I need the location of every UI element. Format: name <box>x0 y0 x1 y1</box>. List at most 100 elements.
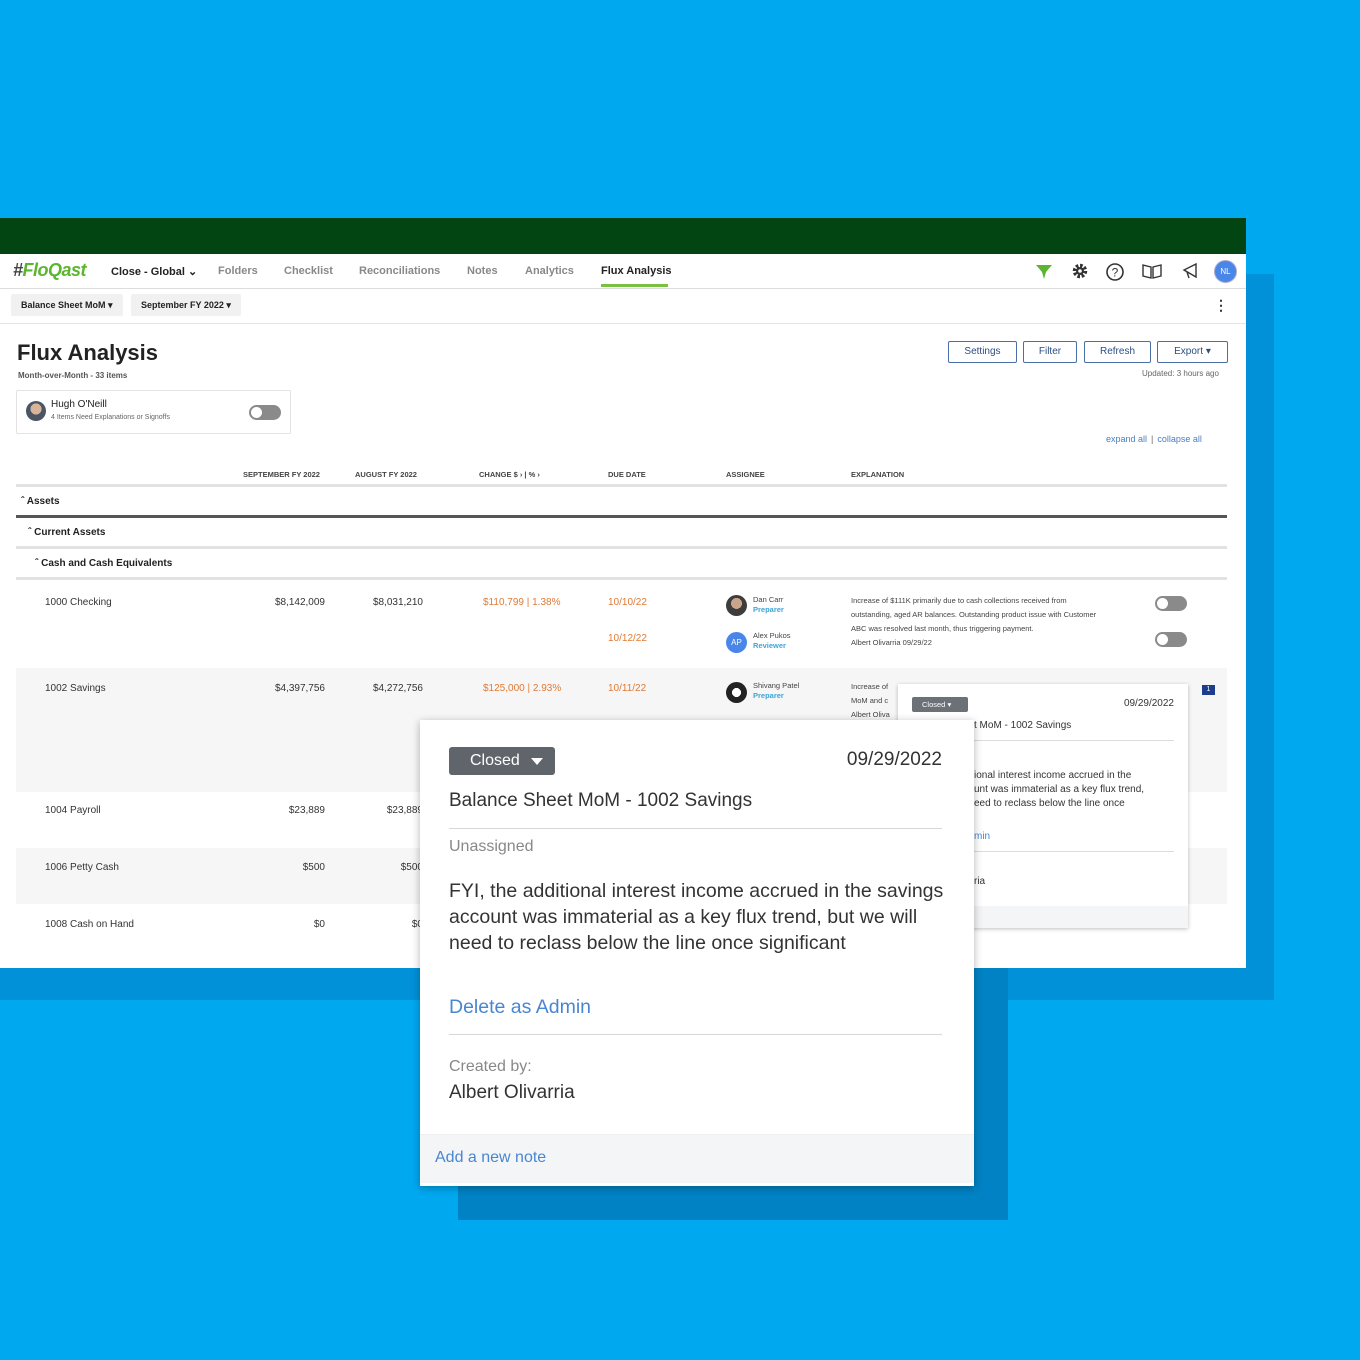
section-current-assets-label: Current Assets <box>34 527 106 538</box>
section-assets[interactable]: ˆ Assets <box>21 496 60 507</box>
refresh-button[interactable]: Refresh <box>1084 341 1151 363</box>
assignee-name: Shivang Patel <box>753 681 800 690</box>
floqast-logo[interactable]: #FloQast <box>13 260 87 281</box>
avatar <box>26 401 46 421</box>
account-name[interactable]: 1008 Cash on Hand <box>45 919 134 930</box>
book-icon[interactable] <box>1141 262 1162 282</box>
popup-footer: Add a new note <box>420 1134 974 1183</box>
settings-button[interactable]: Settings <box>948 341 1017 363</box>
col-header-change[interactable]: CHANGE $ › | % › <box>479 470 540 479</box>
created-by-name: Albert Olivarria <box>449 1082 575 1103</box>
updated-timestamp: Updated: 3 hours ago <box>1142 369 1219 378</box>
col-header-current[interactable]: SEPTEMBER FY 2022 <box>243 470 320 479</box>
prior-balance: $4,272,756 <box>372 683 423 694</box>
export-label: Export <box>1174 346 1204 357</box>
flag-icon[interactable] <box>1034 262 1054 282</box>
collapse-all-link[interactable]: collapse all <box>1157 434 1202 444</box>
gear-icon[interactable] <box>1070 262 1090 282</box>
status-label: Closed <box>922 700 946 709</box>
note-body: ional interest income accrued in the unt… <box>974 769 1144 811</box>
current-balance: $4,397,756 <box>274 683 325 694</box>
current-balance: $500 <box>302 862 325 873</box>
assignee-role: Preparer <box>753 605 784 614</box>
note-date: 09/29/2022 <box>846 749 942 770</box>
assignee-name: Dan Carr <box>753 595 784 604</box>
col-header-prior[interactable]: AUGUST FY 2022 <box>355 470 417 479</box>
filter-button[interactable]: Filter <box>1023 341 1077 363</box>
note-body-line: eed to reclass below the line once <box>974 798 1125 809</box>
delete-as-admin-link[interactable]: Delete as Admin <box>449 996 591 1019</box>
note-assignee[interactable]: Unassigned <box>449 838 534 856</box>
divider <box>16 484 1227 487</box>
export-button[interactable]: Export ▾ <box>1157 341 1228 363</box>
divider <box>16 515 1227 518</box>
note-title: Balance Sheet MoM - 1002 Savings <box>449 790 753 811</box>
user-filter-toggle[interactable] <box>249 405 281 420</box>
note-count-icon[interactable]: 1 <box>1202 685 1215 695</box>
nav-checklist[interactable]: Checklist <box>284 265 333 277</box>
view-select[interactable]: Balance Sheet MoM ▾ <box>11 294 123 316</box>
section-cash[interactable]: ˆ Cash and Cash Equivalents <box>35 558 172 569</box>
view-select-label: Balance Sheet MoM <box>21 300 106 310</box>
status-dropdown[interactable]: Closed <box>449 747 555 775</box>
sub-toolbar: Balance Sheet MoM ▾ September FY 2022 ▾ … <box>0 289 1246 324</box>
link-separator: | <box>1151 434 1154 444</box>
account-name[interactable]: 1002 Savings <box>45 683 106 694</box>
reviewer-signoff-toggle[interactable] <box>1155 632 1187 647</box>
nav-reconciliations[interactable]: Reconciliations <box>359 265 440 277</box>
more-options-icon[interactable]: ⋮ <box>1214 297 1228 314</box>
caret-down-icon: ▾ <box>108 300 113 310</box>
explanation-text[interactable]: Increase of MoM and c Albert Oliva <box>851 680 890 722</box>
page-subtitle: Month-over-Month - 33 items <box>18 371 128 380</box>
workspace-dropdown[interactable]: Close - Global ⌄ <box>111 265 197 278</box>
account-name[interactable]: 1004 Payroll <box>45 805 101 816</box>
account-name[interactable]: 1000 Checking <box>45 597 112 608</box>
logo-brand: FloQast <box>22 260 87 280</box>
note-popup: Closed 09/29/2022 Balance Sheet MoM - 10… <box>420 720 974 1186</box>
chevron-up-icon: ˆ <box>28 527 32 538</box>
avatar: AP <box>726 632 747 653</box>
explanation-line: outstanding, aged AR balances. Outstandi… <box>851 610 1097 619</box>
status-dropdown[interactable]: Closed ▾ <box>912 697 968 712</box>
current-balance: $0 <box>313 919 325 930</box>
caret-down-icon: ▾ <box>226 300 231 310</box>
nav-notes[interactable]: Notes <box>467 265 498 277</box>
divider <box>16 577 1227 580</box>
avatar <box>726 682 747 703</box>
change-value: $125,000 | 2.93% <box>483 683 562 694</box>
help-icon[interactable]: ? <box>1105 262 1125 282</box>
explanation-text[interactable]: Increase of $111K primarily due to cash … <box>851 594 1096 650</box>
user-avatar[interactable]: NL <box>1214 260 1237 283</box>
main-nav: #FloQast Close - Global ⌄ Folders Checkl… <box>0 254 1246 289</box>
preparer-signoff-toggle[interactable] <box>1155 596 1187 611</box>
active-tab-underline <box>601 284 668 287</box>
caret-down-icon: ▾ <box>1205 346 1211 357</box>
chevron-up-icon: ˆ <box>35 558 39 569</box>
prior-balance: $0 <box>411 919 423 930</box>
expand-all-link[interactable]: expand all <box>1106 434 1147 444</box>
section-current-assets[interactable]: ˆ Current Assets <box>28 527 105 538</box>
explanation-line: Albert Olivarria 09/29/22 <box>851 638 932 647</box>
period-select[interactable]: September FY 2022 ▾ <box>131 294 241 316</box>
workspace-label: Close - Global <box>111 266 185 278</box>
page-title: Flux Analysis <box>17 340 159 365</box>
prior-balance: $23,889 <box>386 805 423 816</box>
period-select-label: September FY 2022 <box>141 300 224 310</box>
nav-analytics[interactable]: Analytics <box>525 265 574 277</box>
nav-folders[interactable]: Folders <box>218 265 258 277</box>
explanation-line: Increase of <box>851 682 889 691</box>
divider <box>16 546 1227 549</box>
logo-hash: # <box>13 260 23 280</box>
nav-flux-analysis[interactable]: Flux Analysis <box>601 265 672 277</box>
assignee-role: Preparer <box>753 691 784 700</box>
delete-link[interactable]: min <box>974 831 990 842</box>
col-header-explanation: EXPLANATION <box>851 470 905 479</box>
megaphone-icon[interactable] <box>1180 262 1200 282</box>
user-summary-card: Hugh O'Neill 4 Items Need Explanations o… <box>16 390 291 434</box>
add-note-link[interactable]: Add a new note <box>435 1149 546 1167</box>
current-balance: $23,889 <box>288 805 325 816</box>
status-label: Closed <box>470 752 520 769</box>
divider <box>449 828 942 829</box>
account-name[interactable]: 1006 Petty Cash <box>45 862 119 873</box>
avatar <box>726 595 747 616</box>
